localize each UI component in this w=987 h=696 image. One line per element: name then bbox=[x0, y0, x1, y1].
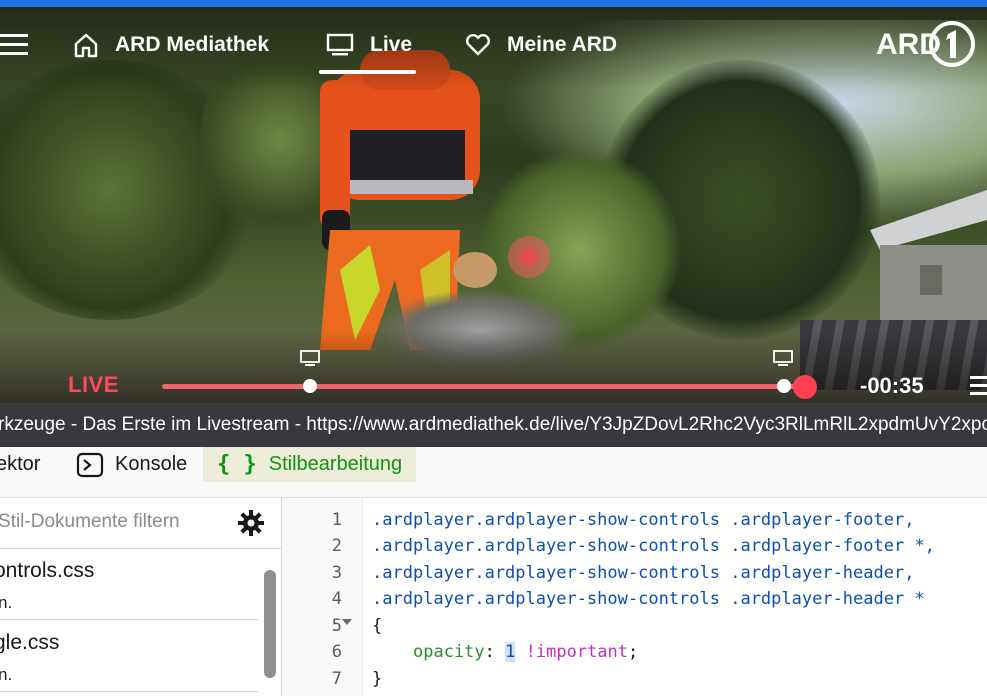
nav-meine-ard-label: Meine ARD bbox=[507, 33, 618, 56]
chapter-marker-icon bbox=[773, 350, 793, 366]
chapter-marker-icon bbox=[300, 350, 320, 366]
tab-console[interactable]: Konsole bbox=[76, 447, 187, 482]
time-remaining: -00:35 bbox=[860, 373, 924, 398]
tab-console-label: Konsole bbox=[115, 453, 188, 475]
line-number: 7 bbox=[331, 669, 342, 689]
code-line: } bbox=[372, 669, 383, 689]
css-important: !important bbox=[525, 642, 629, 662]
css-value: 1 bbox=[505, 642, 516, 662]
tv-icon bbox=[326, 33, 354, 56]
css-editor[interactable]: 1 2 3 4 5 6 7 .ardplayer.ardplayer-show-… bbox=[282, 498, 987, 696]
nav-active-indicator bbox=[319, 70, 416, 74]
console-icon bbox=[76, 452, 104, 477]
video-house bbox=[870, 190, 987, 340]
line-number: 2 bbox=[331, 536, 342, 556]
window-accent-bar bbox=[0, 0, 987, 7]
code-line: { bbox=[372, 616, 383, 636]
touch-indicator bbox=[508, 236, 550, 278]
live-badge[interactable]: LIVE bbox=[68, 372, 119, 398]
chapter-marker-knob[interactable] bbox=[777, 379, 791, 393]
style-sheets-sidebar: ontrols.css n. gle.css n. bbox=[0, 498, 282, 696]
code-line: .ardplayer.ardplayer-show-controls .ardp… bbox=[372, 589, 925, 609]
style-editor-icon: { } bbox=[217, 452, 257, 477]
nav-ard-mediathek-label: ARD Mediathek bbox=[115, 33, 270, 56]
line-number: 3 bbox=[331, 563, 342, 583]
progress-handle[interactable] bbox=[793, 375, 817, 399]
tab-style-editor-label: Stilbearbeitung bbox=[268, 453, 403, 475]
devtools-tab-bar: ektor Konsole { } Stilbearbeitung bbox=[0, 447, 987, 498]
nav-live-label: Live bbox=[370, 33, 413, 56]
heart-icon bbox=[465, 33, 491, 56]
css-semicolon: ; bbox=[628, 642, 639, 662]
line-number: 1 bbox=[331, 510, 342, 530]
css-property: opacity bbox=[413, 642, 485, 662]
line-number-gutter: 1 2 3 4 5 6 7 bbox=[282, 498, 363, 696]
progress-bar[interactable] bbox=[162, 384, 806, 389]
style-sheet-rules: n. bbox=[0, 593, 13, 612]
nav-meine-ard[interactable]: Meine ARD bbox=[465, 26, 617, 64]
sidebar-scrollbar[interactable] bbox=[264, 570, 276, 678]
css-colon: : bbox=[484, 642, 495, 662]
code-line: .ardplayer.ardplayer-show-controls .ardp… bbox=[372, 563, 915, 583]
code-line: .ardplayer.ardplayer-show-controls .ardp… bbox=[372, 536, 935, 556]
nav-ard-mediathek[interactable]: ARD Mediathek bbox=[73, 26, 269, 64]
chapter-marker-knob[interactable] bbox=[303, 379, 317, 393]
window-title-bar: rkzeuge - Das Erste im Livestream - http… bbox=[0, 403, 987, 447]
filter-row bbox=[0, 498, 281, 549]
ard-one-logo-icon bbox=[929, 21, 975, 67]
controls-gradient bbox=[0, 330, 987, 403]
tab-style-editor[interactable]: { } Stilbearbeitung bbox=[203, 447, 417, 482]
style-sheet-item[interactable]: gle.css n. bbox=[0, 621, 258, 692]
style-sheet-item[interactable]: ontrols.css n. bbox=[0, 549, 258, 620]
ard-logo[interactable]: ARD bbox=[876, 20, 976, 70]
home-icon bbox=[74, 33, 98, 58]
line-number: 6 bbox=[331, 642, 342, 662]
style-sheet-rules: n. bbox=[0, 665, 13, 684]
window-title: rkzeuge - Das Erste im Livestream - http… bbox=[0, 414, 987, 435]
fold-arrow-icon[interactable] bbox=[342, 619, 352, 625]
hamburger-menu-icon[interactable] bbox=[0, 32, 30, 58]
nav-live[interactable]: Live bbox=[326, 26, 412, 64]
filter-style-sheets-input[interactable] bbox=[0, 510, 220, 534]
player-menu-icon[interactable] bbox=[970, 374, 987, 396]
tab-inspector-label: ektor bbox=[0, 453, 41, 475]
line-number: 4 bbox=[331, 589, 342, 609]
code-line-declaration: opacity: 1 !important; bbox=[413, 642, 638, 662]
style-sheet-name: gle.css bbox=[0, 631, 60, 654]
line-number: 5 bbox=[331, 616, 342, 636]
code-line: .ardplayer.ardplayer-show-controls .ardp… bbox=[372, 510, 915, 530]
gear-icon[interactable] bbox=[236, 508, 266, 538]
style-sheet-name: ontrols.css bbox=[0, 559, 95, 582]
tab-inspector[interactable]: ektor bbox=[0, 447, 40, 482]
